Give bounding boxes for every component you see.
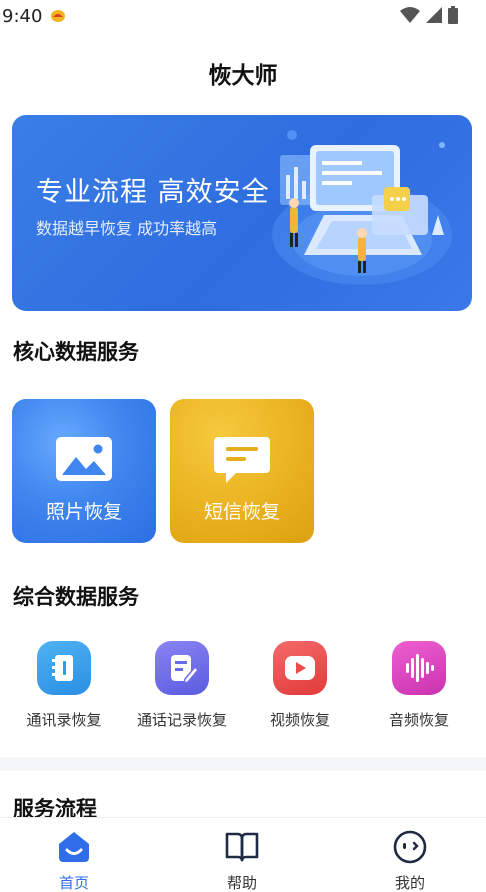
contacts-recovery-item[interactable]: 通讯录恢复 bbox=[9, 641, 119, 730]
video-icon bbox=[273, 641, 327, 695]
app-notification-icon bbox=[51, 10, 65, 22]
image-icon bbox=[56, 437, 112, 481]
nav-help[interactable]: 帮助 bbox=[192, 830, 292, 892]
contacts-icon bbox=[37, 641, 91, 695]
audio-recovery-item[interactable]: 音频恢复 bbox=[364, 641, 474, 730]
audio-icon bbox=[392, 641, 446, 695]
video-recovery-label: 视频恢复 bbox=[269, 711, 330, 729]
book-icon bbox=[225, 832, 259, 862]
nav-help-label: 帮助 bbox=[226, 874, 257, 892]
section-divider bbox=[0, 757, 486, 771]
photo-recovery-card[interactable]: 照片恢复 bbox=[12, 399, 156, 543]
message-icon bbox=[214, 437, 270, 483]
nav-profile-label: 我的 bbox=[394, 874, 425, 892]
banner-subline: 数据越早恢复 成功率越高 bbox=[36, 219, 218, 238]
audio-recovery-label: 音频恢复 bbox=[388, 711, 449, 729]
sms-recovery-card[interactable]: 短信恢复 bbox=[170, 399, 314, 543]
promo-banner[interactable]: 专业流程 高效安全 数据越早恢复 成功率越高 bbox=[12, 115, 472, 311]
nav-home[interactable]: 首页 bbox=[24, 830, 124, 892]
core-services-title: 核心数据服务 bbox=[13, 340, 139, 364]
bottom-nav: 首页 帮助 我的 bbox=[0, 817, 486, 892]
video-recovery-item[interactable]: 视频恢复 bbox=[245, 641, 355, 730]
nav-home-label: 首页 bbox=[58, 874, 89, 892]
call-log-recovery-item[interactable]: 通话记录恢复 bbox=[127, 641, 237, 730]
general-services-title: 综合数据服务 bbox=[13, 585, 139, 609]
page-title: 恢大师 bbox=[208, 63, 278, 89]
status-bar: 9:40 bbox=[0, 0, 486, 34]
wifi-icon bbox=[400, 7, 420, 23]
contacts-recovery-label: 通讯录恢复 bbox=[26, 711, 102, 729]
sms-recovery-label: 短信恢复 bbox=[203, 501, 280, 523]
status-time: 9:40 bbox=[2, 6, 43, 27]
signal-icon bbox=[426, 7, 442, 23]
call-log-recovery-label: 通话记录恢复 bbox=[136, 711, 227, 729]
profile-icon bbox=[393, 830, 427, 864]
banner-headline: 专业流程 高效安全 bbox=[36, 177, 270, 208]
home-icon bbox=[59, 832, 89, 862]
status-indicators bbox=[400, 6, 458, 24]
photo-recovery-label: 照片恢复 bbox=[45, 501, 122, 523]
battery-icon bbox=[448, 6, 458, 24]
banner-illustration bbox=[272, 130, 452, 285]
nav-profile[interactable]: 我的 bbox=[360, 830, 460, 892]
call-log-icon bbox=[155, 641, 209, 695]
